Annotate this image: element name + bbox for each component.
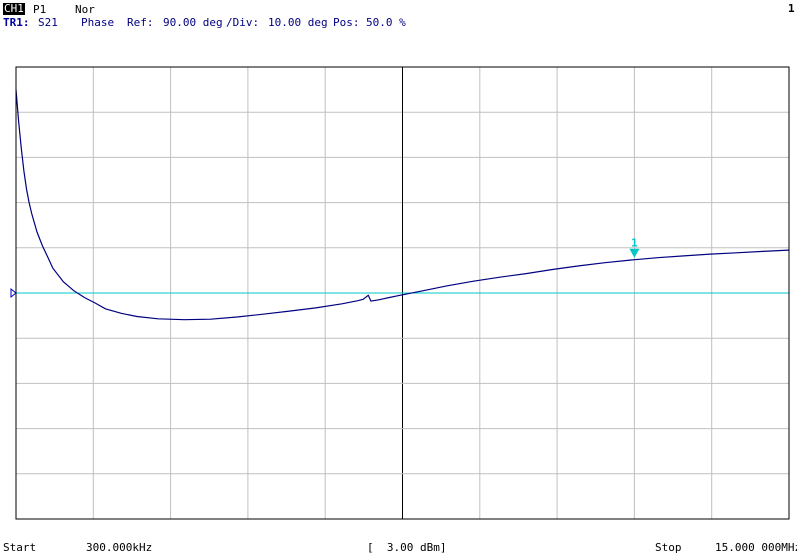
trace-plot[interactable]: 1 (0, 0, 797, 559)
start-label: Start (3, 541, 37, 554)
marker-triangle-icon (629, 248, 640, 258)
stop-label: Stop (655, 541, 682, 554)
reference-pointer-icon (10, 287, 17, 299)
power-value[interactable]: [ 3.00 dBm] (367, 542, 446, 554)
start-value[interactable]: 300.000kHz (86, 542, 152, 554)
stop-value[interactable]: 15.000 000MHz (715, 542, 797, 554)
marker-label: 1 (631, 237, 638, 250)
marker-group: 1 (629, 237, 640, 258)
